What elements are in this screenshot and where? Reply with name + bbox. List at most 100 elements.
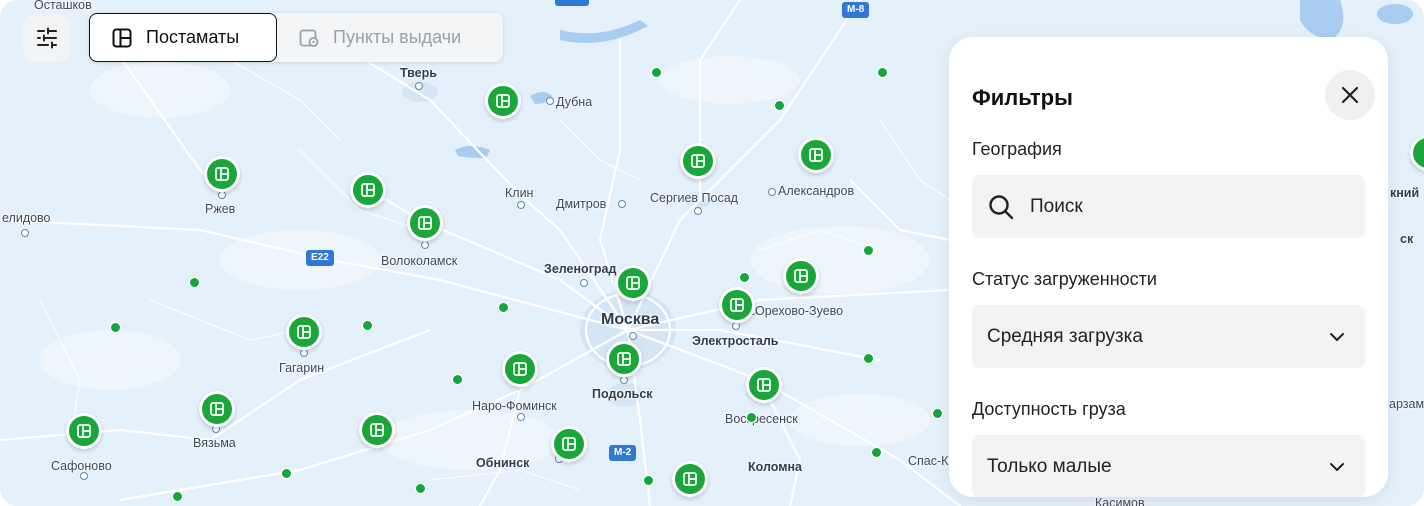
locker-pin[interactable]	[672, 461, 708, 503]
locker-dot[interactable]	[110, 322, 121, 333]
locker-icon	[77, 424, 91, 438]
locker-pin[interactable]	[485, 83, 521, 125]
map-view[interactable]: M-8 E22 M-2 Осташков Тверь Дубна елидово…	[0, 0, 1424, 506]
locker-pin[interactable]	[798, 137, 834, 179]
locker-pin[interactable]	[359, 412, 395, 454]
locker-icon	[757, 378, 771, 392]
locker-icon	[683, 472, 697, 486]
locker-pin[interactable]	[204, 156, 240, 198]
locker-dot[interactable]	[172, 491, 183, 502]
locker-dot[interactable]	[739, 272, 750, 283]
city-label-moscow: Москва	[601, 311, 660, 328]
city-label: Сафоново	[51, 459, 112, 473]
load-status-label: Статус загруженности	[972, 269, 1157, 289]
locker-dot[interactable]	[643, 475, 654, 486]
locker-dot[interactable]	[877, 67, 888, 78]
locker-pin[interactable]	[615, 265, 651, 307]
locker-pin[interactable]	[286, 314, 322, 356]
city-dot	[580, 279, 588, 287]
locker-pin[interactable]	[350, 172, 386, 214]
geography-search-field[interactable]	[972, 175, 1365, 238]
city-label: кний	[1390, 186, 1420, 200]
locker-icon	[794, 269, 808, 283]
locker-dot[interactable]	[651, 67, 662, 78]
city-label: Осташков	[34, 0, 92, 12]
city-label: Подольск	[592, 387, 653, 401]
city-label: Вязьма	[193, 436, 236, 450]
locker-pin[interactable]	[502, 351, 538, 393]
city-dot	[629, 332, 637, 340]
locker-dot[interactable]	[863, 245, 874, 256]
locker-dot[interactable]	[498, 302, 509, 313]
city-label: Дубна	[556, 95, 593, 109]
city-dot	[21, 229, 29, 237]
locker-pin[interactable]	[551, 426, 587, 468]
locker-icon	[361, 183, 375, 197]
locker-icon	[617, 352, 631, 366]
locker-icon	[691, 154, 705, 168]
city-label: Ржев	[205, 202, 236, 216]
city-dot	[517, 413, 525, 421]
pickup-point-icon	[298, 27, 320, 49]
locker-dot[interactable]	[932, 408, 943, 419]
city-label: Обнинск	[476, 456, 530, 470]
load-status-value: Средняя загрузка	[987, 325, 1143, 347]
city-label: Коломна	[748, 460, 802, 474]
locker-pin[interactable]	[1410, 135, 1424, 177]
locker-dot[interactable]	[774, 100, 785, 111]
locker-dot[interactable]	[746, 412, 757, 423]
city-dot	[80, 472, 88, 480]
locker-icon	[496, 94, 510, 108]
close-filters-button[interactable]	[1325, 70, 1375, 120]
locker-dot[interactable]	[189, 277, 200, 288]
city-dot	[694, 207, 702, 215]
city-dot	[768, 188, 776, 196]
city-label: Воскресенск	[725, 412, 798, 426]
city-label: арзам	[1389, 397, 1424, 411]
locker-pin[interactable]	[783, 258, 819, 300]
road-shield-m2: M-2	[609, 445, 637, 461]
load-status-select[interactable]: Средняя загрузка	[972, 305, 1365, 368]
city-label: Клин	[505, 186, 534, 200]
locker-icon	[210, 402, 224, 416]
locker-icon	[111, 27, 133, 49]
locker-icon	[626, 276, 640, 290]
close-icon	[1341, 86, 1359, 104]
locker-pin[interactable]	[199, 391, 235, 433]
city-label: елидово	[2, 211, 51, 225]
geography-search-input[interactable]	[1030, 195, 1350, 218]
locker-icon	[418, 216, 432, 230]
locker-pin[interactable]	[719, 287, 755, 329]
locker-icon	[370, 423, 384, 437]
city-label: Гагарин	[279, 361, 325, 375]
city-label: Касимов	[1095, 496, 1145, 506]
locker-pin[interactable]	[746, 367, 782, 409]
city-label: Электросталь	[692, 334, 779, 348]
city-label: Спас-К	[908, 454, 949, 468]
locker-pin[interactable]	[66, 413, 102, 455]
locker-pin[interactable]	[606, 341, 642, 383]
locker-dot[interactable]	[362, 320, 373, 331]
city-label: Александров	[778, 184, 855, 198]
cargo-availability-label: Доступность груза	[972, 399, 1126, 419]
point-type-tabs: Постаматы Пункты выдачи	[89, 13, 503, 62]
locker-dot[interactable]	[281, 468, 292, 479]
city-dot	[618, 200, 626, 208]
geography-label: География	[972, 139, 1062, 159]
locker-dot[interactable]	[863, 353, 874, 364]
road-shield-top	[555, 0, 589, 6]
locker-pin[interactable]	[680, 143, 716, 185]
city-label: Сергиев Посад	[650, 191, 738, 205]
locker-dot[interactable]	[415, 483, 426, 494]
chevron-down-icon	[1330, 332, 1344, 341]
locker-dot[interactable]	[452, 374, 463, 385]
sliders-icon	[37, 27, 57, 49]
road-shield-m8: M-8	[842, 2, 870, 18]
locker-dot[interactable]	[871, 447, 882, 458]
tab-pickup-points[interactable]: Пункты выдачи	[277, 13, 503, 62]
locker-icon	[215, 167, 229, 181]
cargo-availability-select[interactable]: Только малые	[972, 435, 1365, 497]
locker-pin[interactable]	[407, 205, 443, 247]
tab-lockers[interactable]: Постаматы	[89, 13, 277, 62]
filters-toggle-button[interactable]	[23, 14, 71, 62]
